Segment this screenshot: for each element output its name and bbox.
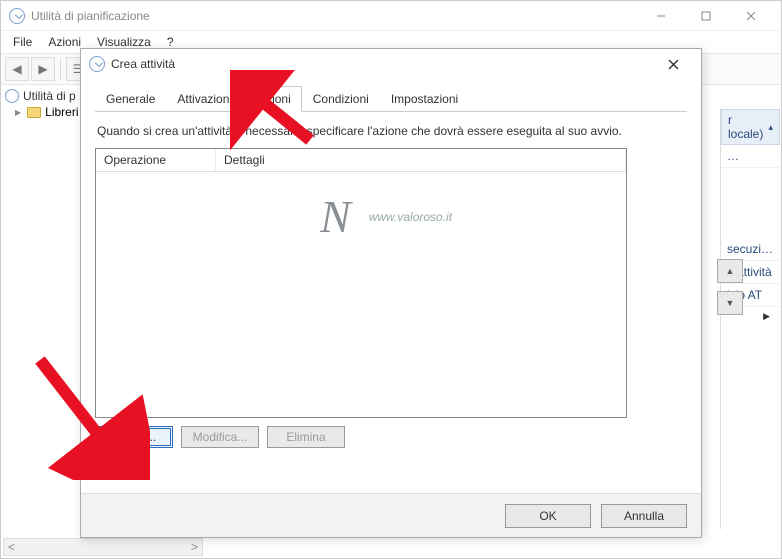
reorder-buttons: ▲ ▼ [717,259,743,323]
move-down-button[interactable]: ▼ [717,291,743,315]
dialog-title: Crea attività [111,57,175,71]
dialog-titlebar: Crea attività [81,49,701,79]
tab-actions[interactable]: Azioni [247,86,302,112]
clock-icon [89,56,105,72]
edit-button[interactable]: Modifica... [181,426,259,448]
actions-pane-item[interactable]: … [721,145,780,168]
actions-pane-header-label: r locale) [728,113,768,141]
create-task-dialog: Crea attività Generale Attivazione Azion… [80,48,702,538]
dialog-body: Generale Attivazione Azioni Condizioni I… [81,79,701,448]
tree-child[interactable]: ▶ Libreri [15,105,82,119]
clock-icon [5,89,19,103]
move-up-button[interactable]: ▲ [717,259,743,283]
new-button[interactable]: Nuova... [95,426,173,448]
tab-settings[interactable]: Impostazioni [380,86,469,112]
scroll-left-icon[interactable]: < [8,540,15,554]
column-operation[interactable]: Operazione [96,149,216,171]
menu-file[interactable]: File [7,33,38,51]
nav-back-button[interactable]: ◀ [5,57,29,81]
tree-pane: Utilità di p ▶ Libreri [1,85,87,542]
folder-icon [27,107,41,118]
tree-root[interactable]: Utilità di p [5,89,82,103]
action-buttons-row: Nuova... Modifica... Elimina [95,426,687,448]
collapse-icon[interactable]: ▴ [768,122,773,133]
column-details[interactable]: Dettagli [216,149,626,171]
actions-pane-item[interactable]: secuzio… [721,238,780,261]
maximize-button[interactable] [683,1,728,30]
list-header: Operazione Dettagli [96,149,626,172]
tabstrip: Generale Attivazione Azioni Condizioni I… [95,85,687,112]
close-button[interactable] [728,1,773,30]
window-title: Utilità di pianificazione [31,9,150,23]
actions-pane-header: r locale) ▴ [721,109,780,145]
tab-general[interactable]: Generale [95,86,166,112]
tab-triggers[interactable]: Attivazione [166,86,247,112]
clock-icon [9,8,25,24]
tree-root-label: Utilità di p [23,89,76,103]
horizontal-scrollbar[interactable]: < > [3,538,203,556]
delete-button[interactable]: Elimina [267,426,345,448]
dialog-close-button[interactable] [653,50,693,78]
chevron-right-icon: ▶ [15,108,21,117]
nav-forward-button[interactable]: ▶ [31,57,55,81]
minimize-button[interactable] [638,1,683,30]
main-titlebar: Utilità di pianificazione [1,1,781,31]
actions-listbox[interactable]: Operazione Dettagli [95,148,627,418]
scroll-right-icon[interactable]: > [191,540,198,554]
tab-description: Quando si crea un'attività è necessario … [95,112,687,148]
tab-conditions[interactable]: Condizioni [302,86,380,112]
cancel-button[interactable]: Annulla [601,504,687,528]
ok-button[interactable]: OK [505,504,591,528]
tree-child-label: Libreri [45,105,78,119]
dialog-footer: OK Annulla [81,493,701,537]
